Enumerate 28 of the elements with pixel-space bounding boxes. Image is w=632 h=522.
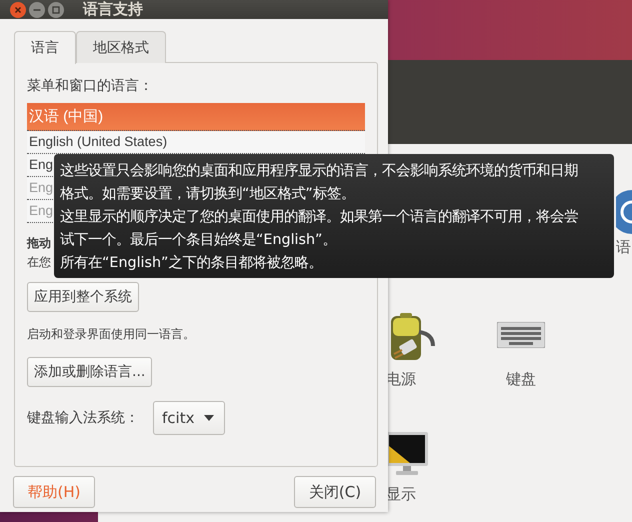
add-remove-languages-button[interactable]: 添加或删除语言...: [27, 357, 152, 387]
tooltip-text: 所有在“English”之下的条目都将被忽略。: [60, 254, 322, 273]
hint-text: 拖动: [27, 235, 51, 252]
close-icon[interactable]: [10, 2, 26, 18]
note-text: 启动和登录界面使用同一语言。: [27, 326, 195, 343]
monitor-icon[interactable]: [386, 432, 428, 476]
settings-item-label: 键盘: [506, 370, 536, 389]
minimize-icon[interactable]: [29, 2, 45, 18]
tab[interactable]: 地区格式: [76, 31, 166, 63]
settings-item-label: 显示: [386, 485, 416, 504]
maximize-icon[interactable]: [48, 2, 64, 18]
section-label: 菜单和窗口的语言：: [27, 77, 153, 95]
hint-text: 在您: [27, 254, 51, 271]
tab[interactable]: 语言: [14, 31, 76, 64]
input-method-dropdown[interactable]: fcitx: [153, 401, 226, 435]
tooltip-text: 这些设置只会影响您的桌面和应用程序显示的语言，不会影响系统环境的货币和日期: [60, 162, 578, 181]
globe-icon[interactable]: [616, 190, 632, 234]
input-method-label: 键盘输入法系统：: [27, 409, 139, 427]
window-title: 语言支持: [83, 0, 143, 19]
tooltip-text: 格式。如需要设置，请切换到“地区格式”标签。: [60, 185, 355, 204]
tooltip-text: 试下一个。最后一个条目始终是“English”。: [60, 231, 336, 250]
close-button[interactable]: 关闭(C): [294, 476, 376, 508]
apply-system-wide-button[interactable]: 应用到整个系统: [27, 282, 139, 312]
caret-icon: [204, 415, 214, 421]
keyboard-icon[interactable]: [497, 322, 545, 348]
settings-item-label: 语: [616, 238, 631, 257]
language-item[interactable]: English (United States): [27, 131, 365, 154]
tooltip-text: 这里显示的顺序决定了您的桌面使用的翻译。如果第一个语言的翻译不可用，将会尝: [60, 208, 578, 227]
